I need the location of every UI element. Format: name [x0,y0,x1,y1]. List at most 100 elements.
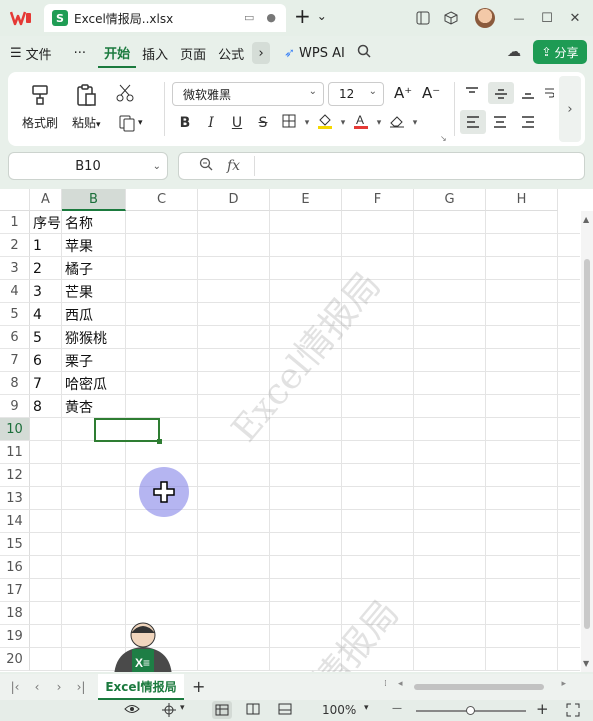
add-sheet-button[interactable]: + [192,677,205,696]
zoom-level[interactable]: 100% [322,703,356,717]
increase-font-button[interactable]: A⁺ [394,84,412,102]
select-all-corner[interactable] [0,189,30,211]
cell-a6[interactable]: 5 [30,326,62,349]
menu-more[interactable]: ··· [68,38,92,68]
cell-b8[interactable]: 哈密瓜 [62,372,126,395]
formula-bar[interactable]: fx [178,152,585,180]
menu-tab-formula[interactable]: 公式 [212,38,250,68]
chevron-down-icon[interactable]: ▾ [364,703,369,713]
chevron-down-icon[interactable]: ▾ [338,118,348,128]
row-header-19[interactable]: 19 [0,625,30,648]
cell-b1[interactable]: 名称 [62,211,126,234]
cell-b5[interactable]: 西瓜 [62,303,126,326]
zoom-search-icon[interactable] [199,157,213,175]
cell-a5[interactable]: 4 [30,303,62,326]
function-button[interactable]: fx [227,158,240,174]
wps-logo-icon[interactable] [6,3,36,33]
vertical-scrollbar[interactable]: ▲ ▼ [581,211,593,672]
search-icon[interactable] [357,44,371,62]
strikethrough-button[interactable]: S [250,115,276,131]
maximize-button[interactable]: ☐ [533,4,561,32]
chevron-down-icon[interactable]: ▾ [410,118,420,128]
row-header-12[interactable]: 12 [0,464,30,487]
page-layout-view-icon[interactable] [246,703,260,718]
cell-a7[interactable]: 6 [30,349,62,372]
column-header-b[interactable]: B [62,189,126,211]
font-color-icon[interactable]: A [348,113,374,133]
column-header-a[interactable]: A [30,189,62,211]
page-break-view-icon[interactable] [278,703,292,718]
chevron-down-icon[interactable]: ▾ [302,118,312,128]
column-header-g[interactable]: G [414,189,486,211]
cell-b4[interactable]: 芒果 [62,280,126,303]
paste-button[interactable]: 粘贴▾ [72,82,101,131]
row-header-4[interactable]: 4 [0,280,30,303]
user-avatar[interactable] [475,8,495,28]
wps-ai-button[interactable]: ➶ WPS AI [284,46,345,61]
cell-b9[interactable]: 黄杏 [62,395,126,418]
sheet-tab-active[interactable]: Excel情报局 [98,674,184,700]
cube-icon[interactable] [437,4,465,32]
menu-tab-home[interactable]: 开始 [98,38,137,68]
tab-list-caret-icon[interactable]: ⌄ [317,9,327,23]
font-name-select[interactable]: 微软雅黑 ⌄ [172,82,324,106]
cell-a8[interactable]: 7 [30,372,62,395]
cloud-icon[interactable]: ☁ [507,44,521,60]
selected-cell-b10[interactable] [94,418,162,444]
row-header-13[interactable]: 13 [0,487,30,510]
cell-a1[interactable]: 序号 [30,211,62,234]
last-sheet-icon[interactable]: ›| [70,680,92,694]
name-box[interactable]: B10 ⌄ [8,152,168,180]
align-top-icon[interactable] [464,86,480,104]
row-header-14[interactable]: 14 [0,510,30,533]
first-sheet-icon[interactable]: |‹ [4,680,26,694]
menu-tab-page[interactable]: 页面 [174,38,212,68]
horizontal-scrollbar[interactable]: ⁞ ◂ ▸ [384,679,574,693]
eye-icon[interactable] [124,703,140,718]
close-button[interactable]: ✕ [561,4,589,32]
row-header-9[interactable]: 9 [0,395,30,418]
font-size-select[interactable]: 12 ⌄ [328,82,384,106]
row-header-6[interactable]: 6 [0,326,30,349]
sidebar-toggle-icon[interactable] [409,4,437,32]
chevron-down-icon[interactable]: ▾ [374,118,384,128]
prev-sheet-icon[interactable]: ‹ [26,680,48,694]
row-header-2[interactable]: 2 [0,234,30,257]
row-header-17[interactable]: 17 [0,579,30,602]
scroll-left-icon[interactable]: ⁞ [384,679,387,689]
column-header-h[interactable]: H [486,189,558,211]
align-middle-icon[interactable] [488,82,514,104]
new-tab-button[interactable]: + [294,4,311,28]
row-header-7[interactable]: 7 [0,349,30,372]
column-header-f[interactable]: F [342,189,414,211]
font-dialog-launcher-icon[interactable]: ↘ [440,134,447,143]
zoom-slider-knob[interactable] [466,706,475,715]
row-header-15[interactable]: 15 [0,533,30,556]
zoom-out-button[interactable]: — [392,703,402,714]
formula-input[interactable] [254,156,584,176]
minimize-button[interactable]: — [505,4,533,32]
align-left-icon[interactable] [460,110,486,134]
cell-b7[interactable]: 栗子 [62,349,126,372]
underline-button[interactable]: U [224,115,250,131]
copy-icon[interactable]: ▾ [118,114,143,132]
fullscreen-icon[interactable] [566,703,580,720]
borders-icon[interactable] [276,114,302,132]
menu-file[interactable]: 文件 [24,38,58,68]
fill-color-icon[interactable] [312,113,338,133]
zoom-in-button[interactable]: + [536,700,549,718]
format-painter-button[interactable]: 格式刷 [22,82,58,131]
column-header-d[interactable]: D [198,189,270,211]
spreadsheet-grid[interactable]: ABCDEFGH 1 2 3 4 5 6 7 8 9 10 11 12 13 14 15 16 17 18 19 20… [0,189,593,672]
cell-a4[interactable]: 3 [30,280,62,303]
scrollbar-thumb[interactable] [584,259,590,629]
decrease-font-button[interactable]: A⁻ [422,84,440,102]
row-header-1[interactable]: 1 [0,211,30,234]
monitor-icon[interactable]: ▭ [244,11,254,24]
bold-button[interactable]: B [172,115,198,131]
column-header-c[interactable]: C [126,189,198,211]
tab-dot-icon[interactable]: ● [266,11,276,24]
cell-a2[interactable]: 1 [30,234,62,257]
row-header-10[interactable]: 10 [0,418,30,441]
align-bottom-icon[interactable] [520,86,536,104]
